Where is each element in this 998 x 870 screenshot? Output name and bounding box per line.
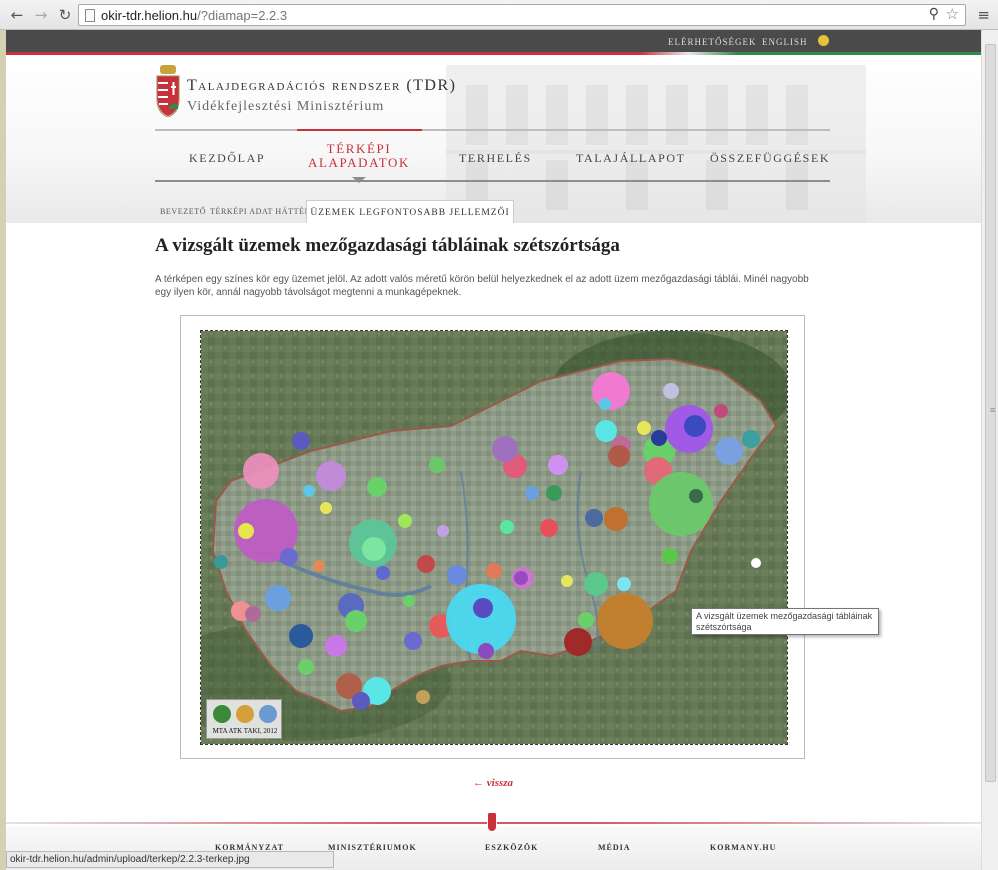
subnav-item-uzemek[interactable]: Üzemek legfontosabb jellemzői <box>306 200 514 223</box>
url-path: /?diamap=2.2.3 <box>197 8 288 23</box>
subnav-item-bevezeto[interactable]: Bevezető <box>160 207 206 216</box>
site-topbar: ELÉRHETŐSÉGEK ENGLISH <box>6 30 981 52</box>
reload-icon[interactable]: ↻ <box>56 6 74 24</box>
url-host: okir-tdr.helion.hu <box>101 8 198 23</box>
footer-heading-miniszteriumok[interactable]: Minisztériumok <box>328 843 417 852</box>
menu-divider-top <box>155 129 830 131</box>
menu-divider-bottom <box>155 180 830 182</box>
map-tooltip: A vizsgált üzemek mezőgazdasági tábláina… <box>691 608 879 635</box>
intro-paragraph: A térképen egy színes kör egy üzemet jel… <box>155 274 809 298</box>
site-header: Talajdegradációs rendszer (TDR) Vidékfej… <box>6 55 981 223</box>
menu-active-indicator <box>297 129 422 131</box>
site-title[interactable]: Talajdegradációs rendszer (TDR) <box>187 77 457 95</box>
map-credit-badge: MTA ATK TAKI, 2012 <box>206 699 282 739</box>
footer-heading-media[interactable]: Média <box>598 843 631 852</box>
active-menu-caret-icon <box>352 177 366 183</box>
url-text[interactable]: okir-tdr.helion.hu/?diamap=2.2.3 <box>101 8 287 23</box>
footer-heading-eszkozok[interactable]: Eszközök <box>485 843 538 852</box>
browser-toolbar: ← → ↻ okir-tdr.helion.hu/?diamap=2.2.3 ⚲… <box>0 0 998 30</box>
footer-crest-icon <box>487 812 497 832</box>
scrollbar-grip-icon: ≡ <box>990 405 996 415</box>
farm-dispersion-map[interactable]: MTA ATK TAKI, 2012 <box>200 330 788 745</box>
menu-item-osszefuggesek[interactable]: Összefüggések <box>710 151 830 166</box>
back-arrow-icon[interactable]: ← <box>8 6 26 24</box>
menu-item-label-line1: Térképi <box>326 141 392 156</box>
site-subtitle: Vidékfejlesztési Minisztérium <box>187 99 385 114</box>
english-link[interactable]: ENGLISH <box>762 37 808 47</box>
building-background-image <box>446 65 866 223</box>
clover-logo-icon <box>213 705 231 723</box>
vertical-scrollbar[interactable]: ≡ <box>981 30 998 870</box>
water-drop-logo-icon <box>259 705 277 723</box>
menu-item-terheles[interactable]: Terhelés <box>459 151 532 166</box>
forward-arrow-icon[interactable]: → <box>32 6 50 24</box>
bookmark-star-icon[interactable]: ☆ <box>946 5 959 23</box>
magnifier-icon[interactable]: ⚲ <box>929 6 939 22</box>
browser-status-bar: okir-tdr.helion.hu/admin/upload/terkep/2… <box>6 851 334 868</box>
contact-link[interactable]: ELÉRHETŐSÉGEK <box>668 37 757 47</box>
back-link[interactable]: ← vissza <box>473 777 513 789</box>
hamburger-menu-icon[interactable]: ≡ <box>977 6 990 24</box>
satellite-map-image <box>201 331 787 744</box>
accessibility-icon[interactable] <box>818 35 829 46</box>
subnav-item-terkepi-adat-hatter[interactable]: Térképi adat háttér <box>210 207 311 216</box>
menu-item-terkepi-alapadatok[interactable]: Térképi alapadatok <box>302 142 416 170</box>
address-bar[interactable]: okir-tdr.helion.hu/?diamap=2.2.3 ⚲ ☆ <box>78 4 966 26</box>
menu-item-kezdolap[interactable]: Kezdőlap <box>189 151 265 166</box>
menu-item-talajallapot[interactable]: Talajállapot <box>576 151 686 166</box>
footer-heading-kormany-hu[interactable]: Kormany.hu <box>710 843 776 852</box>
map-credit: MTA ATK TAKI, 2012 <box>212 727 278 735</box>
page-icon <box>85 9 95 22</box>
page-heading: A vizsgált üzemek mezőgazdasági tábláina… <box>155 235 620 256</box>
institute-logo-icon <box>236 705 254 723</box>
hungarian-coat-of-arms-logo[interactable] <box>155 65 181 117</box>
menu-item-label-line2: alapadatok <box>308 155 410 170</box>
scrollbar-thumb[interactable]: ≡ <box>985 44 996 782</box>
